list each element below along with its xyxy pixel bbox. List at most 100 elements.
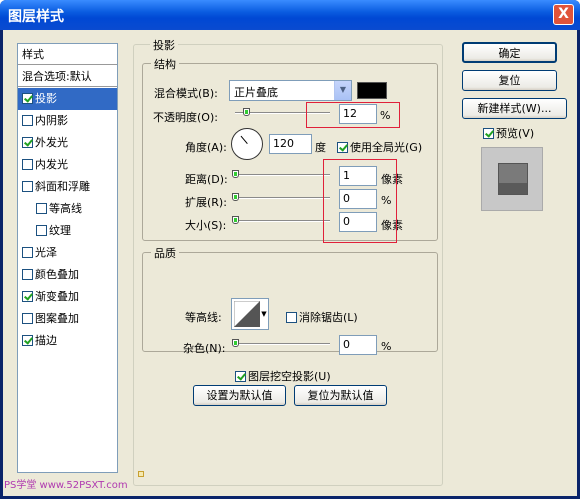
distance-slider[interactable]: [235, 174, 330, 176]
global-light-label: 使用全局光(G): [350, 141, 423, 154]
structure-title: 结构: [151, 56, 179, 72]
angle-label: 角度(A):: [185, 141, 227, 154]
style-preview: [481, 147, 543, 211]
sidebar-item[interactable]: 斜面和浮雕: [18, 176, 117, 198]
noise-input[interactable]: 0: [339, 335, 377, 355]
sidebar-item-checkbox[interactable]: [22, 247, 33, 258]
noise-unit: %: [381, 340, 392, 353]
blend-mode-select[interactable]: 正片叠底 ▼: [229, 80, 352, 101]
window-title: 图层样式: [8, 9, 64, 25]
highlight-box-distance: [323, 159, 397, 243]
sidebar-item[interactable]: 光泽: [18, 242, 117, 264]
opacity-slider-thumb[interactable]: [243, 108, 250, 116]
dialog-window: 图层样式 X 样式 混合选项:默认 投影内阴影外发光内发光斜面和浮雕等高线纹理光…: [0, 0, 580, 499]
dialog-body: 样式 混合选项:默认 投影内阴影外发光内发光斜面和浮雕等高线纹理光泽颜色叠加渐变…: [3, 30, 577, 496]
reset-button[interactable]: 复位: [462, 70, 557, 91]
preview-swatch: [498, 163, 528, 195]
contour-label: 等高线:: [185, 311, 222, 324]
spread-label: 扩展(R):: [185, 196, 227, 209]
watermark: PS学堂 www.52PSXT.com: [4, 480, 128, 491]
size-label: 大小(S):: [185, 219, 227, 232]
sidebar-item[interactable]: 渐变叠加: [18, 286, 117, 308]
preview-checkbox[interactable]: 预览(V): [483, 125, 534, 141]
sidebar-item-checkbox[interactable]: [36, 225, 47, 236]
noise-slider[interactable]: [235, 343, 330, 345]
sidebar-item[interactable]: 内发光: [18, 154, 117, 176]
blend-options-item[interactable]: 混合选项:默认: [18, 66, 117, 87]
quality-group: 品质: [142, 245, 438, 352]
antialias-check[interactable]: [286, 312, 297, 323]
quality-title: 品质: [151, 245, 179, 261]
chevron-down-icon: ▼: [261, 310, 267, 318]
global-light-checkbox[interactable]: 使用全局光(G): [337, 139, 422, 155]
sidebar-item[interactable]: 内阴影: [18, 110, 117, 132]
sidebar-item[interactable]: 描边: [18, 330, 117, 352]
sidebar-item[interactable]: 纹理: [18, 220, 117, 242]
sidebar-item-label: 等高线: [49, 202, 82, 215]
sidebar-item-checkbox[interactable]: [22, 335, 33, 346]
highlight-box-opacity: [306, 102, 400, 128]
knockout-label: 图层挖空投影(U): [248, 370, 331, 383]
sidebar-item-checkbox[interactable]: [22, 269, 33, 280]
distance-slider-thumb[interactable]: [232, 170, 239, 178]
styles-list: 样式 混合选项:默认 投影内阴影外发光内发光斜面和浮雕等高线纹理光泽颜色叠加渐变…: [17, 43, 118, 473]
title-bar[interactable]: 图层样式 X: [0, 0, 580, 30]
close-button[interactable]: X: [553, 4, 574, 25]
sidebar-item-checkbox[interactable]: [36, 203, 47, 214]
shadow-color-swatch[interactable]: [357, 82, 387, 99]
distance-label: 距离(D):: [185, 173, 228, 186]
sidebar-item-label: 内阴影: [35, 114, 68, 127]
contour-picker[interactable]: ▼: [231, 298, 269, 330]
reset-default-button[interactable]: 复位为默认值: [294, 385, 387, 406]
ok-button[interactable]: 确定: [462, 42, 557, 63]
spread-slider-thumb[interactable]: [232, 193, 239, 201]
antialias-checkbox[interactable]: 消除锯齿(L): [286, 309, 358, 325]
sidebar-item-checkbox[interactable]: [22, 93, 33, 104]
sidebar-item-label: 光泽: [35, 246, 57, 259]
sidebar-item[interactable]: 投影: [18, 88, 117, 110]
preview-check[interactable]: [483, 128, 494, 139]
size-slider-thumb[interactable]: [232, 216, 239, 224]
chevron-down-icon: ▼: [334, 81, 351, 100]
knockout-checkbox[interactable]: 图层挖空投影(U): [235, 368, 331, 384]
contour-curve-icon: [234, 301, 260, 327]
sidebar-item-checkbox[interactable]: [22, 159, 33, 170]
sidebar-item-checkbox[interactable]: [22, 291, 33, 302]
sidebar-item[interactable]: 图案叠加: [18, 308, 117, 330]
resize-corner-icon: [138, 471, 144, 477]
sidebar-item[interactable]: 颜色叠加: [18, 264, 117, 286]
angle-dial[interactable]: [231, 128, 263, 160]
sidebar-item-label: 斜面和浮雕: [35, 180, 90, 193]
sidebar-item[interactable]: 等高线: [18, 198, 117, 220]
sidebar-item-label: 图案叠加: [35, 312, 79, 325]
size-slider[interactable]: [235, 220, 330, 222]
angle-unit: 度: [315, 141, 326, 154]
sidebar-item-label: 外发光: [35, 136, 68, 149]
sidebar-item[interactable]: 外发光: [18, 132, 117, 154]
angle-input[interactable]: 120: [269, 134, 312, 154]
knockout-check[interactable]: [235, 371, 246, 382]
sidebar-item-label: 投影: [35, 92, 57, 105]
new-style-button[interactable]: 新建样式(W)...: [462, 98, 567, 119]
sidebar-item-checkbox[interactable]: [22, 115, 33, 126]
global-light-check[interactable]: [337, 142, 348, 153]
blend-mode-label: 混合模式(B):: [154, 87, 218, 100]
blend-mode-value: 正片叠底: [234, 86, 278, 99]
sidebar-item-label: 纹理: [49, 224, 71, 237]
opacity-label: 不透明度(O):: [153, 111, 218, 124]
sidebar-item-checkbox[interactable]: [22, 313, 33, 324]
sidebar-item-checkbox[interactable]: [22, 181, 33, 192]
sidebar-item-label: 颜色叠加: [35, 268, 79, 281]
sidebar-item-label: 渐变叠加: [35, 290, 79, 303]
styles-header[interactable]: 样式: [18, 44, 117, 65]
spread-slider[interactable]: [235, 197, 330, 199]
sidebar-item-checkbox[interactable]: [22, 137, 33, 148]
sidebar-item-label: 内发光: [35, 158, 68, 171]
noise-slider-thumb[interactable]: [232, 339, 239, 347]
preview-label: 预览(V): [496, 127, 535, 140]
make-default-button[interactable]: 设置为默认值: [193, 385, 286, 406]
panel-title: 投影: [150, 37, 178, 53]
sidebar-item-label: 描边: [35, 334, 57, 347]
noise-label: 杂色(N):: [183, 342, 226, 355]
antialias-label: 消除锯齿(L): [299, 311, 358, 324]
